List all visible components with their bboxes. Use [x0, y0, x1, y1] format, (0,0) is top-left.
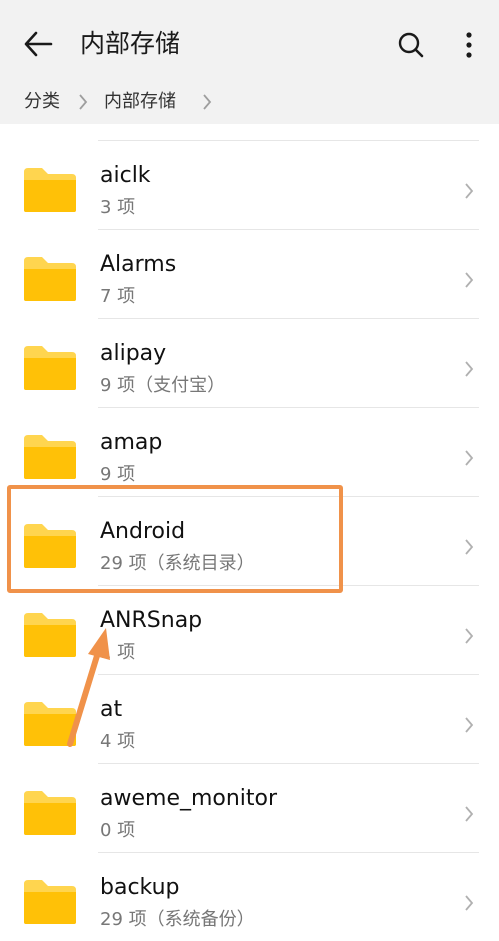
divider: [98, 585, 479, 586]
folder-info: 9 项: [100, 464, 136, 485]
folder-icon: [24, 702, 76, 746]
breadcrumb: 分类 内部存储: [0, 80, 499, 124]
folder-row[interactable]: aweme_monitor 0 项: [0, 763, 499, 852]
more-vertical-icon: [466, 32, 472, 58]
folder-name: amap: [100, 430, 163, 455]
folder-info: 1 项: [100, 642, 136, 663]
back-button[interactable]: [20, 26, 56, 62]
divider: [98, 674, 479, 675]
chevron-right-icon: [465, 717, 474, 733]
folder-icon: [24, 524, 76, 568]
divider: [98, 318, 479, 319]
folder-icon: [24, 257, 76, 301]
folder-icon: [24, 880, 76, 924]
divider: [98, 852, 479, 853]
folder-row[interactable]: backup 29 项（系统备份）: [0, 852, 499, 941]
folder-name: at: [100, 697, 123, 722]
divider: [98, 229, 479, 230]
divider: [98, 763, 479, 764]
breadcrumb-item-category[interactable]: 分类: [24, 90, 60, 114]
folder-row[interactable]: at 4 项: [0, 674, 499, 763]
chevron-right-icon: [465, 183, 474, 199]
folder-icon: [24, 346, 76, 390]
folder-icon: [24, 791, 76, 835]
folder-name: aiclk: [100, 163, 151, 188]
folder-row[interactable]: aiclk 3 项: [0, 140, 499, 229]
folder-name: ANRSnap: [100, 608, 203, 633]
folder-row[interactable]: Alarms 7 项: [0, 229, 499, 318]
more-options-button[interactable]: [454, 28, 484, 62]
chevron-right-icon: [465, 895, 474, 911]
folder-row[interactable]: alipay 9 项（支付宝）: [0, 318, 499, 407]
folder-info: 9 项（支付宝）: [100, 375, 226, 396]
folder-icon: [24, 435, 76, 479]
folder-name: backup: [100, 875, 180, 900]
folder-row[interactable]: Android 29 项（系统目录）: [0, 496, 499, 585]
folder-info: 7 项: [100, 286, 136, 307]
chevron-right-icon: [465, 272, 474, 288]
folder-name: Android: [100, 519, 186, 544]
chevron-right-icon: [465, 628, 474, 644]
folder-row[interactable]: amap 9 项: [0, 407, 499, 496]
folder-row[interactable]: ANRSnap 1 项: [0, 585, 499, 674]
page-title: 内部存储: [80, 29, 181, 58]
divider: [98, 140, 479, 141]
divider: [98, 407, 479, 408]
folder-icon: [24, 168, 76, 212]
chevron-right-icon: [79, 94, 88, 110]
folder-name: Alarms: [100, 252, 177, 277]
divider: [98, 496, 479, 497]
folder-name: alipay: [100, 341, 167, 366]
folder-info: 3 项: [100, 197, 136, 218]
chevron-right-icon: [465, 361, 474, 377]
chevron-right-icon: [203, 94, 212, 110]
folder-info: 29 项（系统备份）: [100, 909, 255, 930]
folder-icon: [24, 613, 76, 657]
arrow-left-icon: [24, 31, 53, 57]
folder-info: 29 项（系统目录）: [100, 553, 255, 574]
folder-info: 0 项: [100, 820, 136, 841]
search-button[interactable]: [394, 28, 428, 62]
folder-info: 4 项: [100, 731, 136, 752]
search-icon: [398, 32, 424, 58]
chevron-right-icon: [465, 450, 474, 466]
folder-name: aweme_monitor: [100, 786, 278, 811]
breadcrumb-item-internal-storage[interactable]: 内部存储: [104, 90, 176, 114]
app-bar: 内部存储: [0, 0, 499, 80]
chevron-right-icon: [465, 539, 474, 555]
chevron-right-icon: [465, 806, 474, 822]
